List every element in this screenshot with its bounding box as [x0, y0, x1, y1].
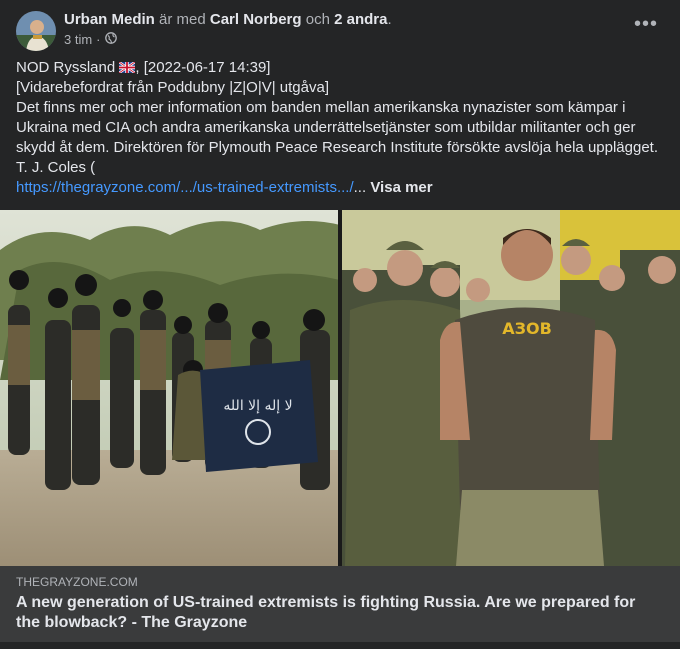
globe-icon: [104, 32, 117, 48]
forwarded-line: [Vidarebefordrat från Poddubny |Z|O|V| u…: [16, 79, 329, 96]
author-credit: T. J. Coles (: [16, 159, 96, 176]
post-card: Urban Medin är med Carl Norberg och 2 an…: [0, 0, 680, 649]
post-header: Urban Medin är med Carl Norberg och 2 an…: [0, 0, 680, 58]
link-preview[interactable]: THEGRAYZONE.COM A new generation of US-t…: [0, 566, 680, 642]
bottom-divider: [0, 642, 680, 649]
text-line-1: NOD Ryssland , [2022-06-17 14:39]: [16, 58, 664, 78]
news-photo: ﻻ إله إلا الله АЗОВ: [0, 210, 680, 566]
source-name: NOD Ryssland: [16, 59, 116, 76]
ellipsis-icon[interactable]: •••: [634, 14, 658, 40]
ellipsis-text: ...: [353, 179, 367, 196]
author-name[interactable]: Urban Medin: [64, 11, 155, 28]
post-paragraph: Det finns mer och mer information om ban…: [16, 99, 659, 156]
meta-separator: ·: [96, 32, 101, 47]
period: .: [387, 11, 392, 28]
preview-domain: THEGRAYZONE.COM: [16, 575, 138, 589]
post-meta: 3 tim ·: [64, 32, 117, 48]
avatar[interactable]: [16, 11, 56, 51]
post-image[interactable]: ﻻ إله إلا الله АЗОВ: [0, 210, 680, 566]
uk-flag-icon: [118, 61, 137, 74]
avatar-image: [16, 11, 56, 51]
preview-title[interactable]: A new generation of US-trained extremist…: [16, 593, 656, 633]
source-timestamp: , [2022-06-17 14:39]: [135, 59, 271, 76]
article-link[interactable]: https://thegrayzone.com/.../us-trained-e…: [16, 179, 354, 196]
see-more-button[interactable]: Visa mer: [370, 179, 432, 196]
shirt-text: АЗОВ: [502, 319, 552, 338]
and-text: och: [305, 11, 330, 28]
post-text: NOD Ryssland , [2022-06-17 14:39] [Vidar…: [16, 58, 664, 198]
tagged-person[interactable]: Carl Norberg: [210, 11, 302, 28]
with-text: är med: [159, 11, 206, 28]
flag-text: ﻻ إله إلا الله: [223, 398, 292, 414]
others-link[interactable]: 2 andra: [334, 11, 387, 28]
author-line: Urban Medin är med Carl Norberg och 2 an…: [64, 11, 392, 29]
post-time[interactable]: 3 tim: [64, 32, 92, 48]
link-line: https://thegrayzone.com/.../us-trained-e…: [16, 178, 664, 198]
